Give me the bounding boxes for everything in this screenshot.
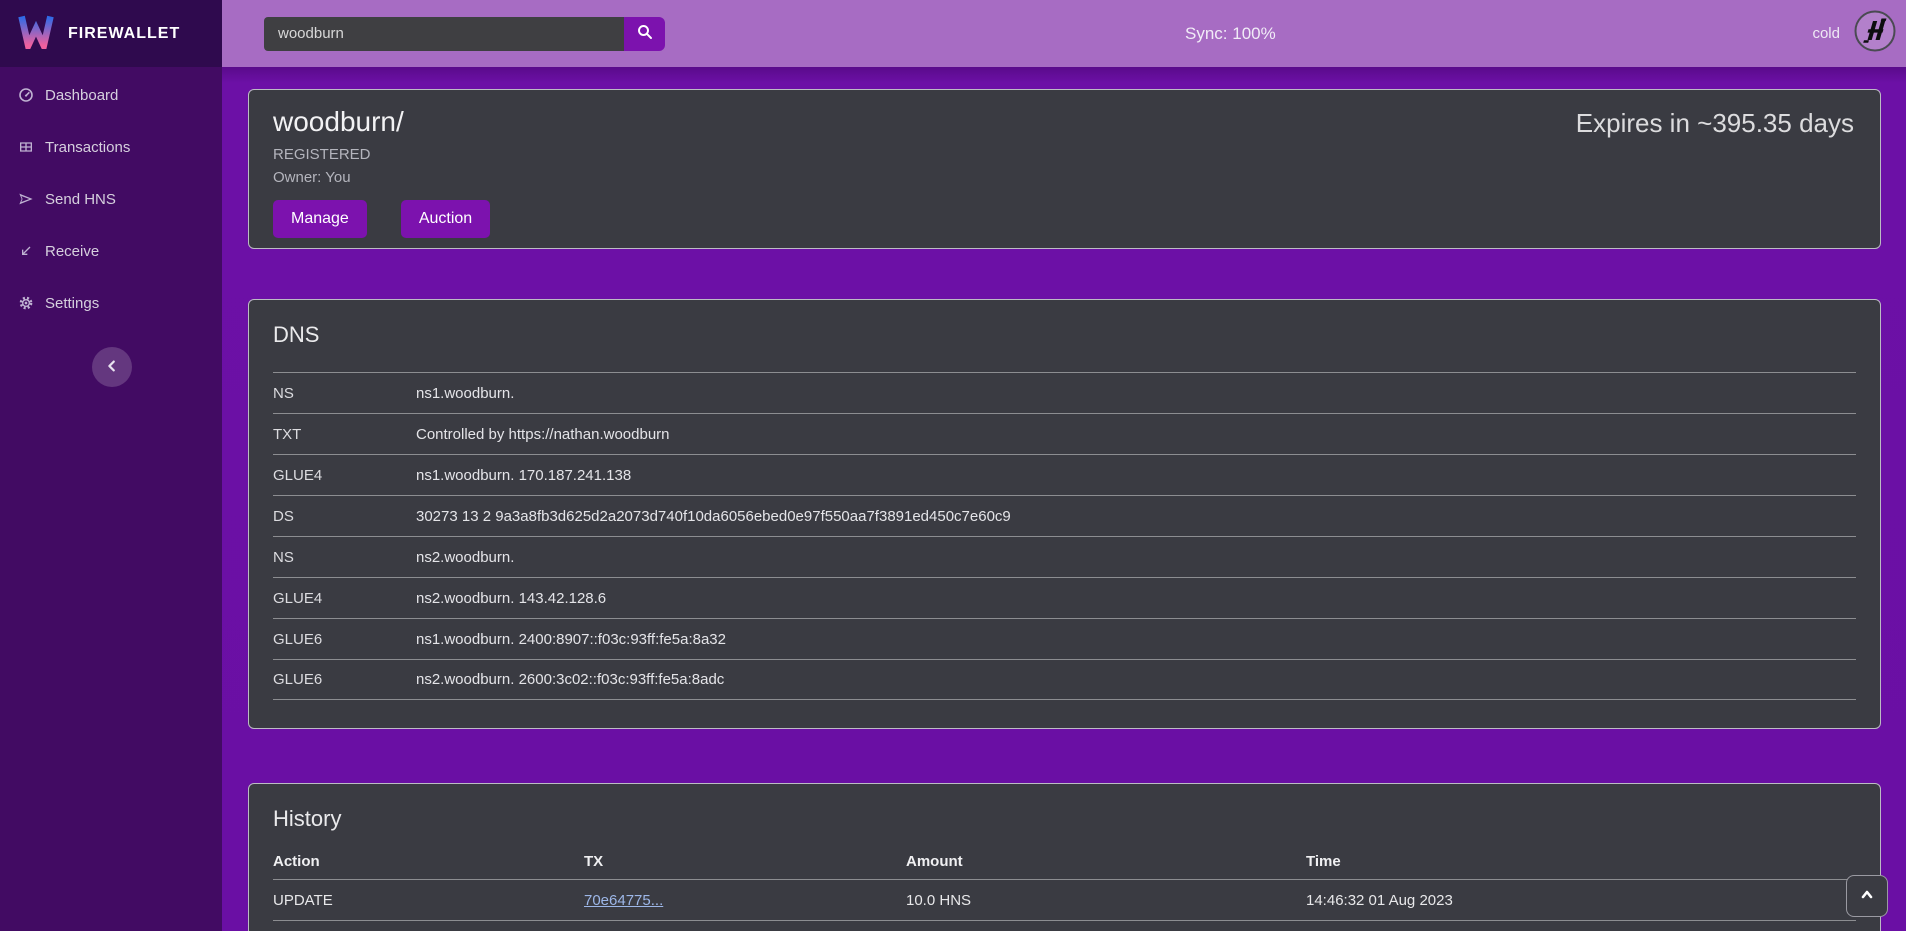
wallet-zone: cold (1812, 0, 1896, 67)
domain-card: woodburn/ REGISTERED Owner: You Expires … (248, 89, 1881, 249)
sidebar-item-dashboard[interactable]: Dashboard (0, 69, 222, 121)
handshake-logo-icon[interactable] (1854, 10, 1896, 57)
tx-link[interactable]: 70e64775... (584, 892, 663, 909)
sidebar-item-label: Transactions (45, 139, 130, 156)
dns-record-type: NS (273, 549, 416, 566)
sidebar-nav: Dashboard Transactions Send HNS Receive … (0, 67, 222, 329)
dns-record-value: ns1.woodburn. 170.187.241.138 (416, 467, 631, 484)
dashboard-icon (18, 87, 34, 103)
gear-icon (18, 295, 34, 311)
search-button[interactable] (624, 17, 665, 51)
dns-table: NS ns1.woodburn. TXT Controlled by https… (273, 372, 1856, 700)
firewallet-logo-icon (16, 13, 56, 54)
sidebar-item-send-hns[interactable]: Send HNS (0, 173, 222, 225)
dns-record-row: DS 30273 13 2 9a3a8fb3d625d2a2073d740f10… (273, 495, 1856, 536)
dns-record-row: NS ns1.woodburn. (273, 372, 1856, 413)
dns-record-value: ns2.woodburn. 2600:3c02::f03c:93ff:fe5a:… (416, 671, 724, 688)
auction-button[interactable]: Auction (401, 200, 490, 238)
dns-record-type: GLUE6 (273, 631, 416, 648)
main-content: woodburn/ REGISTERED Owner: You Expires … (222, 67, 1906, 931)
transactions-icon (18, 139, 34, 155)
dns-record-type: GLUE4 (273, 590, 416, 607)
dns-record-value: ns2.woodburn. 143.42.128.6 (416, 590, 606, 607)
dns-record-row: GLUE6 ns1.woodburn. 2400:8907::f03c:93ff… (273, 618, 1856, 659)
sidebar-item-receive[interactable]: Receive (0, 225, 222, 277)
sidebar-item-label: Send HNS (45, 191, 116, 208)
receive-icon (18, 243, 34, 259)
history-card-title: History (273, 804, 1856, 834)
history-table: Action TX Amount Time UPDATE 70e64775...… (273, 844, 1856, 931)
search-icon (636, 23, 654, 44)
sidebar-item-label: Settings (45, 295, 99, 312)
dns-record-type: DS (273, 508, 416, 525)
wallet-mode-label: cold (1812, 25, 1840, 42)
history-time: 14:46:32 01 Aug 2023 (1306, 892, 1856, 909)
manage-button[interactable]: Manage (273, 200, 367, 238)
search-group (264, 17, 665, 51)
dns-record-value: Controlled by https://nathan.woodburn (416, 426, 670, 443)
history-column-time: Time (1306, 853, 1856, 870)
chevron-left-icon (105, 359, 119, 376)
dns-record-row: GLUE4 ns1.woodburn. 170.187.241.138 (273, 454, 1856, 495)
chevron-up-icon (1859, 887, 1875, 906)
sidebar-collapse-button[interactable] (92, 347, 132, 387)
search-input[interactable] (264, 17, 624, 51)
history-amount: 10.0 HNS (906, 892, 1306, 909)
dns-record-value: 30273 13 2 9a3a8fb3d625d2a2073d740f10da6… (416, 508, 1011, 525)
domain-status: REGISTERED (273, 146, 1856, 163)
history-column-action: Action (273, 853, 584, 870)
domain-actions: Manage Auction (273, 200, 1856, 238)
sidebar-item-settings[interactable]: Settings (0, 277, 222, 329)
history-header-row: Action TX Amount Time (273, 844, 1856, 880)
dns-record-row: TXT Controlled by https://nathan.woodbur… (273, 413, 1856, 454)
domain-owner: Owner: You (273, 169, 1856, 186)
top-header-bar: Sync: 100% cold (222, 0, 1906, 67)
history-action: UPDATE (273, 892, 584, 909)
dns-record-value: ns1.woodburn. 2400:8907::f03c:93ff:fe5a:… (416, 631, 726, 648)
dns-record-row: GLUE4 ns2.woodburn. 143.42.128.6 (273, 577, 1856, 618)
sidebar-item-label: Dashboard (45, 87, 118, 104)
app-brand-name: FIREWALLET (68, 25, 180, 43)
dns-record-value: ns1.woodburn. (416, 385, 514, 402)
domain-expiry: Expires in ~395.35 days (1576, 108, 1854, 139)
dns-card: DNS NS ns1.woodburn. TXT Controlled by h… (248, 299, 1881, 729)
dns-record-value: ns2.woodburn. (416, 549, 514, 566)
dns-record-type: NS (273, 385, 416, 402)
dns-record-type: GLUE6 (273, 671, 416, 688)
sidebar: FIREWALLET Dashboard Transactions Send H… (0, 0, 222, 931)
sync-status: Sync: 100% (1185, 0, 1276, 67)
history-row: UPDATE 70e64775... 10.0 HNS 14:46:32 01 … (273, 880, 1856, 921)
history-column-tx: TX (584, 853, 906, 870)
history-card: History Action TX Amount Time UPDATE 70e… (248, 783, 1881, 931)
app-logo-block[interactable]: FIREWALLET (0, 0, 222, 67)
dns-record-row: NS ns2.woodburn. (273, 536, 1856, 577)
history-column-amount: Amount (906, 853, 1306, 870)
scroll-to-top-button[interactable] (1846, 875, 1888, 917)
dns-record-type: GLUE4 (273, 467, 416, 484)
history-row: RENEW d78c5c4... 10.0 HNS 15:45:06 07 Fe… (273, 921, 1856, 931)
sidebar-item-transactions[interactable]: Transactions (0, 121, 222, 173)
dns-record-type: TXT (273, 426, 416, 443)
dns-record-row: GLUE6 ns2.woodburn. 2600:3c02::f03c:93ff… (273, 659, 1856, 700)
sidebar-item-label: Receive (45, 243, 99, 260)
send-icon (18, 191, 34, 207)
dns-card-title: DNS (273, 320, 1856, 350)
